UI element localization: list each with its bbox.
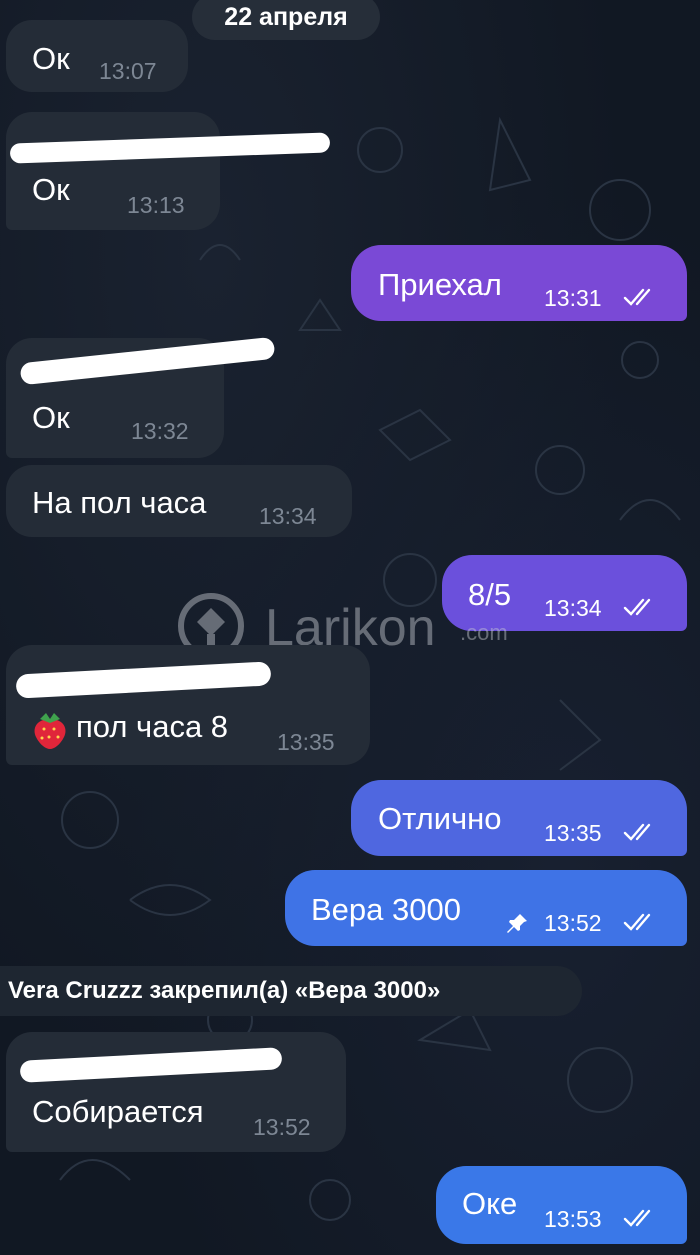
outgoing-message[interactable]: Оке 13:53 — [436, 1166, 687, 1244]
pinned-service-message: Vera Cruzzz закрепил(а) «Вера 3000» — [0, 966, 582, 1016]
incoming-message[interactable]: На пол часа 13:34 — [6, 465, 352, 537]
date-separator: 22 апреля — [192, 0, 380, 40]
incoming-message[interactable]: Ок 13:07 — [6, 20, 188, 92]
message-time: 13:34 — [259, 503, 317, 529]
double-check-icon — [623, 913, 651, 931]
double-check-icon — [623, 598, 651, 616]
incoming-message[interactable]: пол часа 8 13:35 — [6, 645, 370, 765]
message-text: Отлично — [378, 801, 502, 836]
message-time: 13:32 — [131, 418, 189, 444]
message-text: Собирается — [32, 1094, 204, 1129]
message-text: Приехал — [378, 267, 502, 302]
message-text: пол часа 8 — [76, 709, 229, 744]
outgoing-message[interactable]: Отлично 13:35 — [351, 780, 687, 856]
message-time: 13:07 — [99, 58, 157, 84]
incoming-message[interactable]: Собирается 13:52 — [6, 1032, 346, 1152]
double-check-icon — [623, 288, 651, 306]
message-text: Оке — [462, 1186, 518, 1221]
message-time: 13:31 — [544, 285, 602, 311]
pin-icon — [507, 914, 527, 933]
message-time: 13:13 — [127, 192, 185, 218]
message-text: Вера 3000 — [311, 892, 461, 927]
message-text: Ок — [32, 400, 70, 435]
message-time: 13:35 — [544, 820, 602, 846]
strawberry-icon — [34, 713, 66, 749]
message-text: Ок — [32, 172, 70, 207]
double-check-icon — [623, 823, 651, 841]
message-time: 13:34 — [544, 595, 602, 621]
message-time: 13:35 — [277, 729, 335, 755]
outgoing-message[interactable]: Вера 3000 13:52 — [285, 870, 687, 946]
message-time: 13:53 — [544, 1206, 602, 1232]
outgoing-message[interactable]: Приехал 13:31 — [351, 245, 687, 321]
incoming-message[interactable]: Ок 13:13 — [6, 112, 220, 230]
message-time: 13:52 — [253, 1114, 311, 1140]
double-check-icon — [623, 1209, 651, 1227]
watermark-suffix: .com — [460, 620, 508, 645]
message-text: На пол часа — [32, 485, 207, 520]
message-text: Ок — [32, 41, 70, 76]
message-time: 13:52 — [544, 910, 602, 936]
